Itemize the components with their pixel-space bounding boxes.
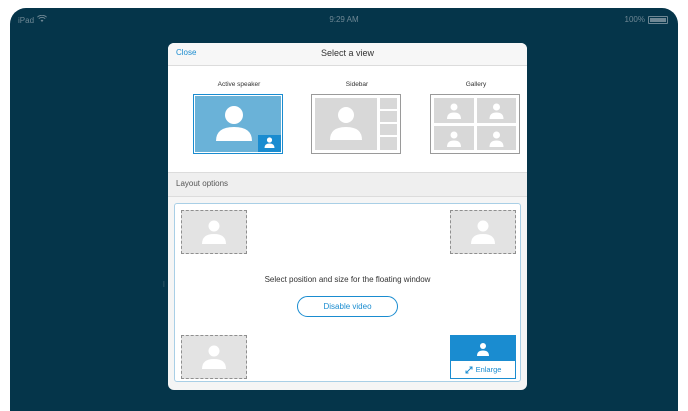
- gallery-illustration: [434, 98, 516, 150]
- person-icon: [202, 345, 226, 369]
- person-icon: [202, 220, 226, 244]
- section-label: Layout options: [176, 179, 229, 188]
- person-icon: [471, 220, 495, 244]
- modal-title: Select a view: [320, 48, 375, 58]
- floating-window[interactable]: Enlarge: [450, 335, 516, 379]
- status-bar: iPad 9:29 AM 100%: [10, 8, 678, 30]
- floating-window-video: [451, 336, 515, 361]
- expand-arrows-icon: [465, 366, 473, 373]
- sidebar-thumbnail: [311, 94, 401, 154]
- sidebar-illustration: [315, 98, 397, 150]
- disable-video-button[interactable]: Disable video: [297, 296, 398, 317]
- background-text: l: [163, 280, 165, 289]
- enlarge-label: Enlarge: [475, 365, 502, 374]
- view-label-gallery: Gallery: [465, 81, 487, 88]
- view-label-sidebar: Sidebar: [345, 81, 369, 88]
- device-frame: iPad 9:29 AM 100% l Close Select a view …: [0, 0, 688, 411]
- layout-instruction: Select position and size for the floatin…: [264, 275, 431, 284]
- modal-header: Close Select a view: [168, 43, 527, 66]
- battery-icon: [648, 15, 668, 24]
- person-icon: [477, 342, 489, 356]
- active-speaker-thumbnail: [193, 94, 283, 154]
- ipad-screen: iPad 9:29 AM 100% l Close Select a view …: [10, 8, 678, 411]
- active-speaker-illustration: [195, 96, 281, 152]
- slot-top-right[interactable]: [450, 210, 516, 254]
- slot-bottom-left[interactable]: [181, 335, 247, 379]
- layout-position-area: Select position and size for the floatin…: [174, 203, 521, 382]
- gallery-thumbnail: [430, 94, 520, 154]
- status-right: 100%: [625, 15, 668, 24]
- view-label-active-speaker: Active speaker: [217, 81, 261, 88]
- select-view-modal: Close Select a view Active speaker Sideb…: [168, 43, 527, 390]
- view-options: Active speaker Sidebar Gallery: [168, 66, 527, 172]
- layout-options-header: Layout options: [168, 172, 527, 197]
- enlarge-button[interactable]: Enlarge: [451, 361, 515, 378]
- status-time: 9:29 AM: [329, 15, 359, 24]
- battery-percentage: 100%: [624, 15, 645, 24]
- slot-top-left[interactable]: [181, 210, 247, 254]
